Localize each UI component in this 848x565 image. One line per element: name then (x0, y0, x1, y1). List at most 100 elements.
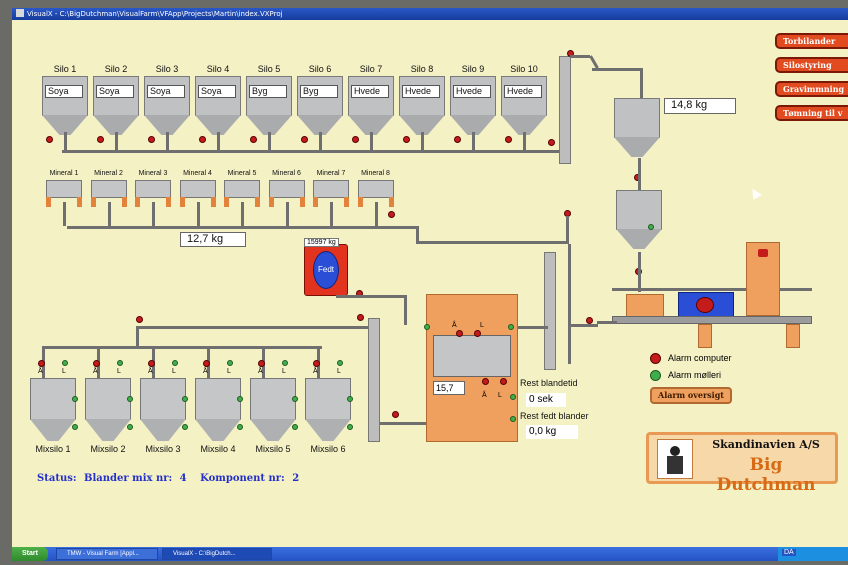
silo-valve[interactable] (148, 136, 155, 143)
collector-valve[interactable] (548, 139, 555, 146)
mixsilo-valve-l[interactable] (117, 360, 123, 366)
mineral-leg (121, 197, 127, 207)
mixsilo-level-indicator[interactable] (237, 396, 243, 402)
mixsilo-level-indicator-low[interactable] (72, 424, 78, 430)
mixsilo-valve-a[interactable] (38, 360, 45, 367)
silo[interactable]: Silo 7 Hvede (348, 64, 394, 138)
silo-content: Soya (147, 85, 185, 98)
start-button[interactable]: Start (12, 547, 48, 561)
side-button-2[interactable]: Silostyring (775, 57, 848, 73)
buffer-hopper-green[interactable] (648, 224, 654, 230)
mixsilo-valve-a[interactable] (203, 360, 210, 367)
silo-valve[interactable] (199, 136, 206, 143)
silo[interactable]: Silo 8 Hvede (399, 64, 445, 138)
mixer-top-valve-a[interactable] (456, 330, 463, 337)
silo-valve[interactable] (454, 136, 461, 143)
mixsilo-name: Mixsilo 4 (200, 444, 236, 454)
elevator-2-feed (518, 326, 548, 329)
mixsilo-valve-l[interactable] (282, 360, 288, 366)
mixsilo-level-indicator[interactable] (72, 396, 78, 402)
mixer-top-valve-l[interactable] (474, 330, 481, 337)
mixsilo-valve-a[interactable] (93, 360, 100, 367)
mixer-side-green-1[interactable] (510, 394, 516, 400)
silo-content: Byg (249, 85, 287, 98)
mill-leg-2 (786, 324, 800, 348)
silo-drop-pipe (64, 132, 67, 150)
taskbar-item-visualx[interactable]: VisualX - C:\BigDutch... (162, 548, 272, 560)
mixsilo[interactable]: Mixsilo 2 (85, 378, 131, 454)
silo-valve[interactable] (46, 136, 53, 143)
elevator-3-valve[interactable] (357, 314, 364, 321)
silo-valve[interactable] (250, 136, 257, 143)
language-indicator[interactable]: DA (782, 549, 796, 556)
mixsilo-level-indicator[interactable] (182, 396, 188, 402)
side-button-3[interactable]: Gravimmning (775, 81, 848, 97)
mineral-leg (313, 197, 318, 207)
silo-valve[interactable] (301, 136, 308, 143)
mixer-top-left-green[interactable] (424, 324, 430, 330)
mill-outlet-valve[interactable] (586, 317, 593, 324)
mixer-level-readout: 15,7 (433, 381, 465, 395)
mixsilo[interactable]: Mixsilo 6 (305, 378, 351, 454)
mixsilo-name: Mixsilo 5 (255, 444, 291, 454)
mixsilo[interactable]: Mixsilo 1 (30, 378, 76, 454)
mixsilo-name: Mixsilo 6 (310, 444, 346, 454)
mineral-body (268, 180, 305, 198)
silo-content: Soya (96, 85, 134, 98)
mixsilo-level-indicator-low[interactable] (182, 424, 188, 430)
mixsilo-level-indicator-low[interactable] (237, 424, 243, 430)
mixsilo[interactable]: Mixsilo 4 (195, 378, 241, 454)
mixsilo-valve-a[interactable] (148, 360, 155, 367)
silo[interactable]: Silo 2 Soya (93, 64, 139, 138)
mixsilo-name: Mixsilo 2 (90, 444, 126, 454)
mixsilo-level-indicator[interactable] (292, 396, 298, 402)
mixsilo-level-indicator-low[interactable] (347, 424, 353, 430)
mixer-bottom-valve-a[interactable] (482, 378, 489, 385)
silo[interactable]: Silo 4 Soya (195, 64, 241, 138)
mineral-drop-pipe (241, 202, 244, 226)
silo[interactable]: Silo 6 Byg (297, 64, 343, 138)
mixsilo-valve-a[interactable] (313, 360, 320, 367)
silo[interactable]: Silo 5 Byg (246, 64, 292, 138)
mixsilo-level-indicator-low[interactable] (127, 424, 133, 430)
silo-valve[interactable] (505, 136, 512, 143)
system-tray: DA (778, 547, 848, 561)
mixsilo-top-valve[interactable] (136, 316, 143, 323)
silo[interactable]: Silo 9 Hvede (450, 64, 496, 138)
mixsilo-level-indicator[interactable] (347, 396, 353, 402)
alarm-overview-button[interactable]: Alarm oversigt (650, 387, 732, 404)
scale-hopper (614, 98, 660, 160)
mixsilo-valve-l[interactable] (62, 360, 68, 366)
mixsilo[interactable]: Mixsilo 3 (140, 378, 186, 454)
mixsilo[interactable]: Mixsilo 5 (250, 378, 296, 454)
side-button-1[interactable]: Torbilander (775, 33, 848, 49)
silo-valve[interactable] (97, 136, 104, 143)
silo[interactable]: Silo 3 Soya (144, 64, 190, 138)
mixsilo-level-indicator[interactable] (127, 396, 133, 402)
to-scale-pipe (592, 68, 642, 71)
mixsilo-top-pipe (136, 326, 368, 329)
mineral-valve[interactable] (388, 211, 395, 218)
mixer: 15,7 (426, 294, 518, 442)
taskbar-item-visual-farm[interactable]: TMW - Visual Farm [Appl... (56, 548, 158, 560)
mixer-outlet-valve[interactable] (392, 411, 399, 418)
mineral-leg (90, 197, 96, 207)
legend-alarm-moelleri: Alarm mølleri (668, 370, 721, 380)
mixer-side-green-2[interactable] (510, 416, 516, 422)
mixsilo-valve-l[interactable] (172, 360, 178, 366)
mixer-bottom-valve-l[interactable] (500, 378, 507, 385)
silo[interactable]: Silo 1 Soya (42, 64, 88, 138)
mixsilo-cone (250, 419, 296, 441)
side-button-4[interactable]: Tømning til v (775, 105, 848, 121)
silo-valve[interactable] (403, 136, 410, 143)
mixsilo-valve-l[interactable] (337, 360, 343, 366)
mixsilo-valve-l[interactable] (227, 360, 233, 366)
elevator-3 (368, 318, 380, 442)
silo-valve[interactable] (352, 136, 359, 143)
silo[interactable]: Silo 10 Hvede (501, 64, 547, 138)
mixer-top-right-green[interactable] (508, 324, 514, 330)
mineral-body (313, 180, 349, 198)
mixsilo-cone (85, 419, 131, 441)
mixsilo-level-indicator-low[interactable] (292, 424, 298, 430)
mixsilo-valve-a[interactable] (258, 360, 265, 367)
